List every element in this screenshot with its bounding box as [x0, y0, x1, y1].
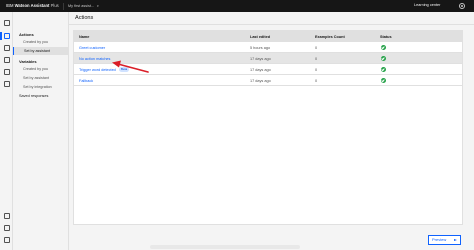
- play-icon: [454, 238, 457, 241]
- annotation-arrow-icon: [112, 60, 149, 73]
- preview-button-label: Preview: [432, 237, 447, 242]
- bottom-bar: [150, 245, 300, 249]
- preview-button[interactable]: Preview: [428, 235, 461, 245]
